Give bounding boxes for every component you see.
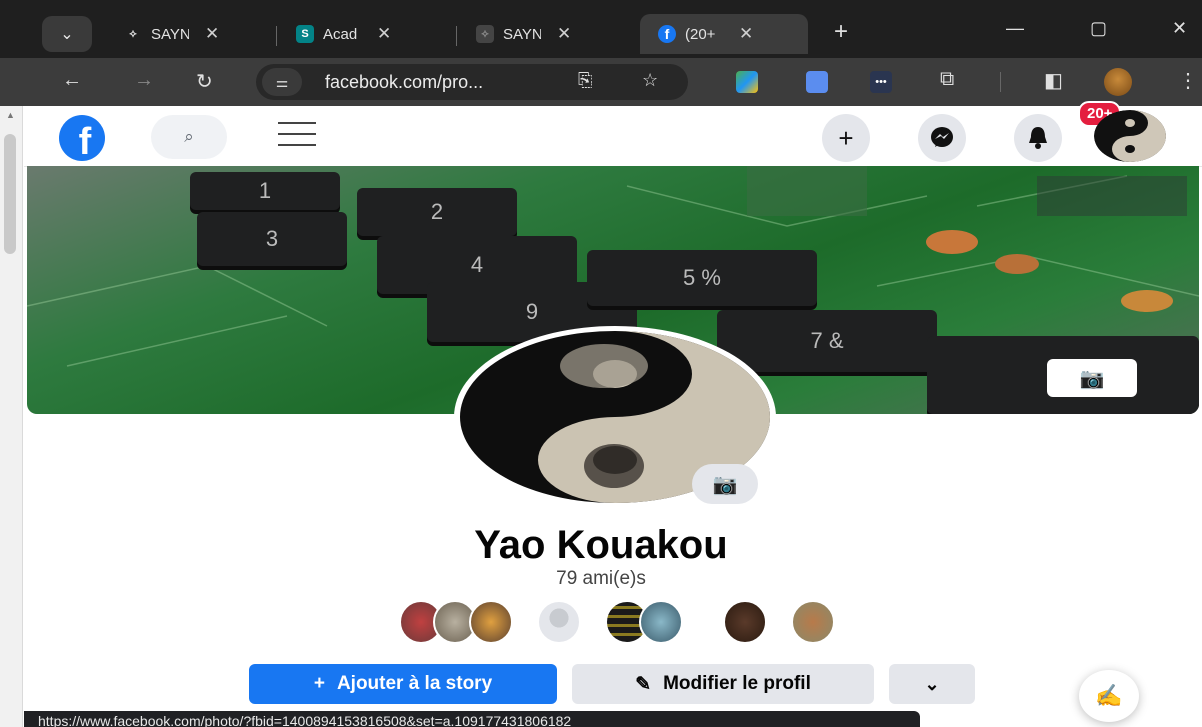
tab-search-button[interactable]: ⌄: [42, 16, 92, 52]
tab-sayn-1[interactable]: ⟡ SAYN ✕: [124, 14, 219, 54]
plus-icon: +: [313, 673, 325, 694]
toolbar-divider: [1000, 72, 1001, 92]
keyboard-key: 2: [357, 188, 517, 236]
back-icon[interactable]: ←: [62, 69, 82, 92]
site-settings-icon[interactable]: ⚌: [262, 68, 302, 96]
tab-acad[interactable]: S Acad ✕: [296, 14, 391, 54]
tab-separator: [456, 26, 457, 46]
minimize-icon[interactable]: —: [1006, 18, 1024, 39]
address-bar[interactable]: ⚌ facebook.com/pro... ⎘ ☆: [256, 64, 688, 100]
messenger-icon: [931, 127, 953, 147]
friend-avatar[interactable]: [469, 600, 513, 644]
account-avatar[interactable]: [1094, 110, 1166, 162]
close-icon[interactable]: ✕: [557, 24, 571, 44]
camera-icon: 📷: [1079, 367, 1105, 390]
new-message-button[interactable]: ✍: [1079, 670, 1139, 722]
friend-avatar[interactable]: [723, 600, 767, 644]
scroll-up-icon[interactable]: ▲: [6, 110, 15, 120]
facebook-logo[interactable]: f: [59, 115, 105, 161]
friends-avatars: [399, 600, 839, 644]
bell-icon: [1029, 127, 1047, 149]
add-to-story-label: Ajouter à la story: [336, 673, 493, 694]
profile-avatar[interactable]: [1104, 68, 1132, 96]
keyboard-key: 5 %: [587, 250, 817, 306]
link-icon: ⟡: [476, 25, 494, 43]
notifications-button[interactable]: [1014, 114, 1062, 162]
friends-count[interactable]: 79 ami(e)s: [0, 568, 1202, 590]
sharepoint-icon: S: [296, 25, 314, 43]
add-to-story-button[interactable]: + Ajouter à la story: [249, 664, 557, 704]
tab-title: SAYN: [503, 25, 541, 43]
reload-icon[interactable]: ↻: [196, 69, 213, 94]
facebook-logo-letter: f: [78, 121, 92, 161]
translate-extension-icon[interactable]: [806, 71, 828, 93]
plus-icon: +: [838, 122, 854, 153]
extension-icon[interactable]: [736, 71, 758, 93]
menu-icon[interactable]: [278, 122, 316, 155]
search-button[interactable]: ⌕: [151, 115, 227, 159]
link-icon: ⟡: [129, 27, 137, 40]
create-button[interactable]: +: [822, 114, 870, 162]
edit-profile-picture-button[interactable]: 📷: [692, 464, 758, 504]
facebook-header: f ⌕ + 20+: [24, 101, 1202, 167]
forward-icon[interactable]: →: [134, 69, 154, 92]
new-tab-button[interactable]: +: [834, 18, 848, 46]
link-status-bar: https://www.facebook.com/photo/?fbid=140…: [24, 711, 920, 727]
friend-avatar[interactable]: [791, 600, 835, 644]
page-scrollbar[interactable]: ▲: [0, 106, 23, 727]
friend-avatar[interactable]: [639, 600, 683, 644]
tab-title: Acad: [323, 25, 358, 43]
tab-sayn-2[interactable]: ⟡ SAYN ✕: [476, 14, 571, 54]
facebook-icon: f: [658, 25, 676, 43]
keyboard-key: 1: [190, 172, 340, 210]
tab-facebook[interactable]: f (20+ ✕: [640, 14, 808, 54]
side-panel-icon[interactable]: ◧: [1044, 68, 1063, 93]
maximize-icon[interactable]: ▢: [1090, 18, 1107, 39]
tab-separator: [276, 26, 277, 46]
close-icon[interactable]: ✕: [205, 24, 219, 44]
keyboard-key: 3: [197, 212, 347, 266]
browser-menu-icon[interactable]: ⋮: [1178, 68, 1198, 93]
edit-profile-button[interactable]: ✎ Modifier le profil: [572, 664, 874, 704]
bookmark-star-icon[interactable]: ☆: [642, 70, 658, 91]
tab-title: SAYN: [151, 25, 189, 43]
close-icon[interactable]: ✕: [739, 24, 753, 44]
camera-icon: 📷: [712, 473, 738, 496]
search-icon: ⌕: [184, 127, 194, 146]
scroll-thumb[interactable]: [4, 134, 16, 254]
edit-profile-label: Modifier le profil: [663, 673, 811, 694]
chevron-down-icon: ⌄: [924, 673, 940, 694]
close-icon[interactable]: ✕: [377, 24, 391, 44]
tab-strip: ⌄ ⟡ SAYN ✕ S Acad ✕ ⟡ SAYN ✕ f (20+ ✕ + …: [0, 0, 1202, 58]
url-text: facebook.com/pro...: [325, 72, 484, 92]
browser-toolbar: ← → ↻ ⚌ facebook.com/pro... ⎘ ☆ ••• ⧉ ◧ …: [0, 58, 1202, 106]
messenger-button[interactable]: [918, 114, 966, 162]
friend-avatar[interactable]: [537, 600, 581, 644]
edit-cover-button[interactable]: 📷: [1047, 359, 1137, 397]
password-extension-icon[interactable]: •••: [870, 71, 892, 93]
browser-chrome: ⌄ ⟡ SAYN ✕ S Acad ✕ ⟡ SAYN ✕ f (20+ ✕ + …: [0, 0, 1202, 106]
profile-name: Yao Kouakou: [474, 523, 728, 567]
more-options-button[interactable]: ⌄: [889, 664, 975, 704]
tab-title: (20+: [685, 25, 716, 43]
compose-icon: ✍: [1095, 683, 1123, 708]
window-close-icon[interactable]: ✕: [1172, 18, 1187, 39]
extensions-puzzle-icon[interactable]: ⧉: [940, 68, 954, 91]
pencil-icon: ✎: [635, 673, 652, 695]
chevron-down-icon: ⌄: [60, 26, 74, 43]
install-app-icon[interactable]: ⎘: [578, 70, 592, 91]
